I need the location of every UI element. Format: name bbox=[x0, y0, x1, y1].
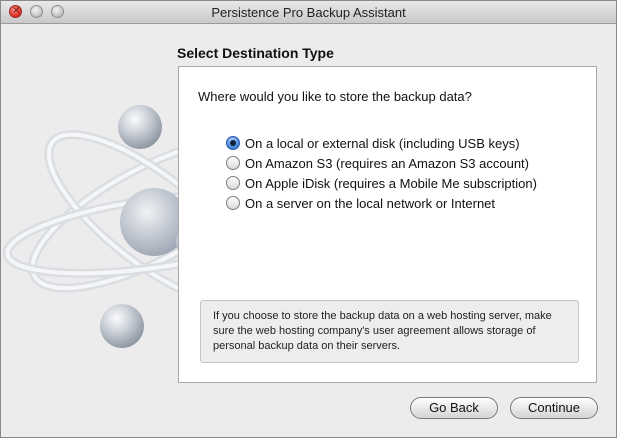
option-label: On a server on the local network or Inte… bbox=[245, 195, 496, 211]
radio-button[interactable] bbox=[226, 176, 240, 190]
atom-logo-icon bbox=[2, 105, 201, 348]
radio-button-checked[interactable] bbox=[226, 136, 240, 150]
continue-button[interactable]: Continue bbox=[510, 397, 598, 419]
window-title: Persistence Pro Backup Assistant bbox=[211, 5, 406, 20]
info-note: If you choose to store the backup data o… bbox=[200, 300, 579, 363]
option-label: On a local or external disk (including U… bbox=[245, 135, 520, 151]
page-title: Select Destination Type bbox=[177, 45, 334, 61]
assistant-window: × Persistence Pro Backup Assistant Selec… bbox=[0, 0, 617, 438]
go-back-button[interactable]: Go Back bbox=[410, 397, 498, 419]
destination-options: On a local or external disk (including U… bbox=[226, 133, 537, 213]
option-label: On Apple iDisk (requires a Mobile Me sub… bbox=[245, 175, 537, 191]
radio-button[interactable] bbox=[226, 196, 240, 210]
radio-button[interactable] bbox=[226, 156, 240, 170]
option-label: On Amazon S3 (requires an Amazon S3 acco… bbox=[245, 155, 529, 171]
destination-panel: Where would you like to store the backup… bbox=[178, 66, 597, 383]
option-network-server[interactable]: On a server on the local network or Inte… bbox=[226, 193, 537, 213]
option-amazon-s3[interactable]: On Amazon S3 (requires an Amazon S3 acco… bbox=[226, 153, 537, 173]
option-local-disk[interactable]: On a local or external disk (including U… bbox=[226, 133, 537, 153]
question-text: Where would you like to store the backup… bbox=[198, 89, 472, 104]
option-apple-idisk[interactable]: On Apple iDisk (requires a Mobile Me sub… bbox=[226, 173, 537, 193]
title-bar[interactable]: × Persistence Pro Backup Assistant bbox=[1, 1, 616, 24]
